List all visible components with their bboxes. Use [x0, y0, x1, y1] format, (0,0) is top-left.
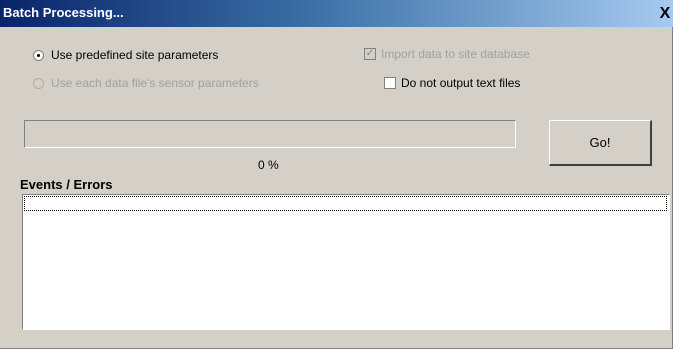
- checkbox-no-text-label: Do not output text files: [401, 76, 521, 90]
- progress-percent-text: 0 %: [258, 158, 279, 172]
- window-title: Batch Processing...: [3, 5, 124, 20]
- close-button[interactable]: X: [658, 5, 672, 22]
- checkbox-no-text-indicator[interactable]: [384, 77, 396, 89]
- go-button-label: Go!: [589, 135, 611, 150]
- go-button[interactable]: Go!: [549, 120, 652, 166]
- events-errors-list[interactable]: [22, 194, 670, 330]
- title-bar[interactable]: Batch Processing... X: [0, 0, 673, 27]
- radio-predefined-label: Use predefined site parameters: [51, 48, 219, 62]
- progress-bar: [24, 120, 516, 148]
- checkbox-import-indicator: ✓: [364, 48, 376, 60]
- batch-processing-dialog: Batch Processing... X Use predefined sit…: [0, 0, 673, 349]
- checkmark-icon: ✓: [365, 48, 375, 59]
- checkbox-do-not-output-text-files[interactable]: Do not output text files: [384, 76, 520, 90]
- checkbox-import-label: Import data to site database: [381, 47, 530, 61]
- radio-predefined-site-parameters[interactable]: Use predefined site parameters: [33, 48, 218, 62]
- close-icon: X: [659, 5, 671, 22]
- list-focus-row[interactable]: [24, 196, 667, 211]
- radio-sensor-indicator: [33, 77, 44, 89]
- checkbox-import-to-site-database: ✓ Import data to site database: [364, 47, 530, 61]
- radio-predefined-indicator[interactable]: [33, 49, 44, 61]
- radio-sensor-label: Use each data file's sensor parameters: [51, 76, 259, 90]
- radio-sensor-parameters: Use each data file's sensor parameters: [33, 76, 259, 90]
- events-errors-label: Events / Errors: [20, 177, 113, 192]
